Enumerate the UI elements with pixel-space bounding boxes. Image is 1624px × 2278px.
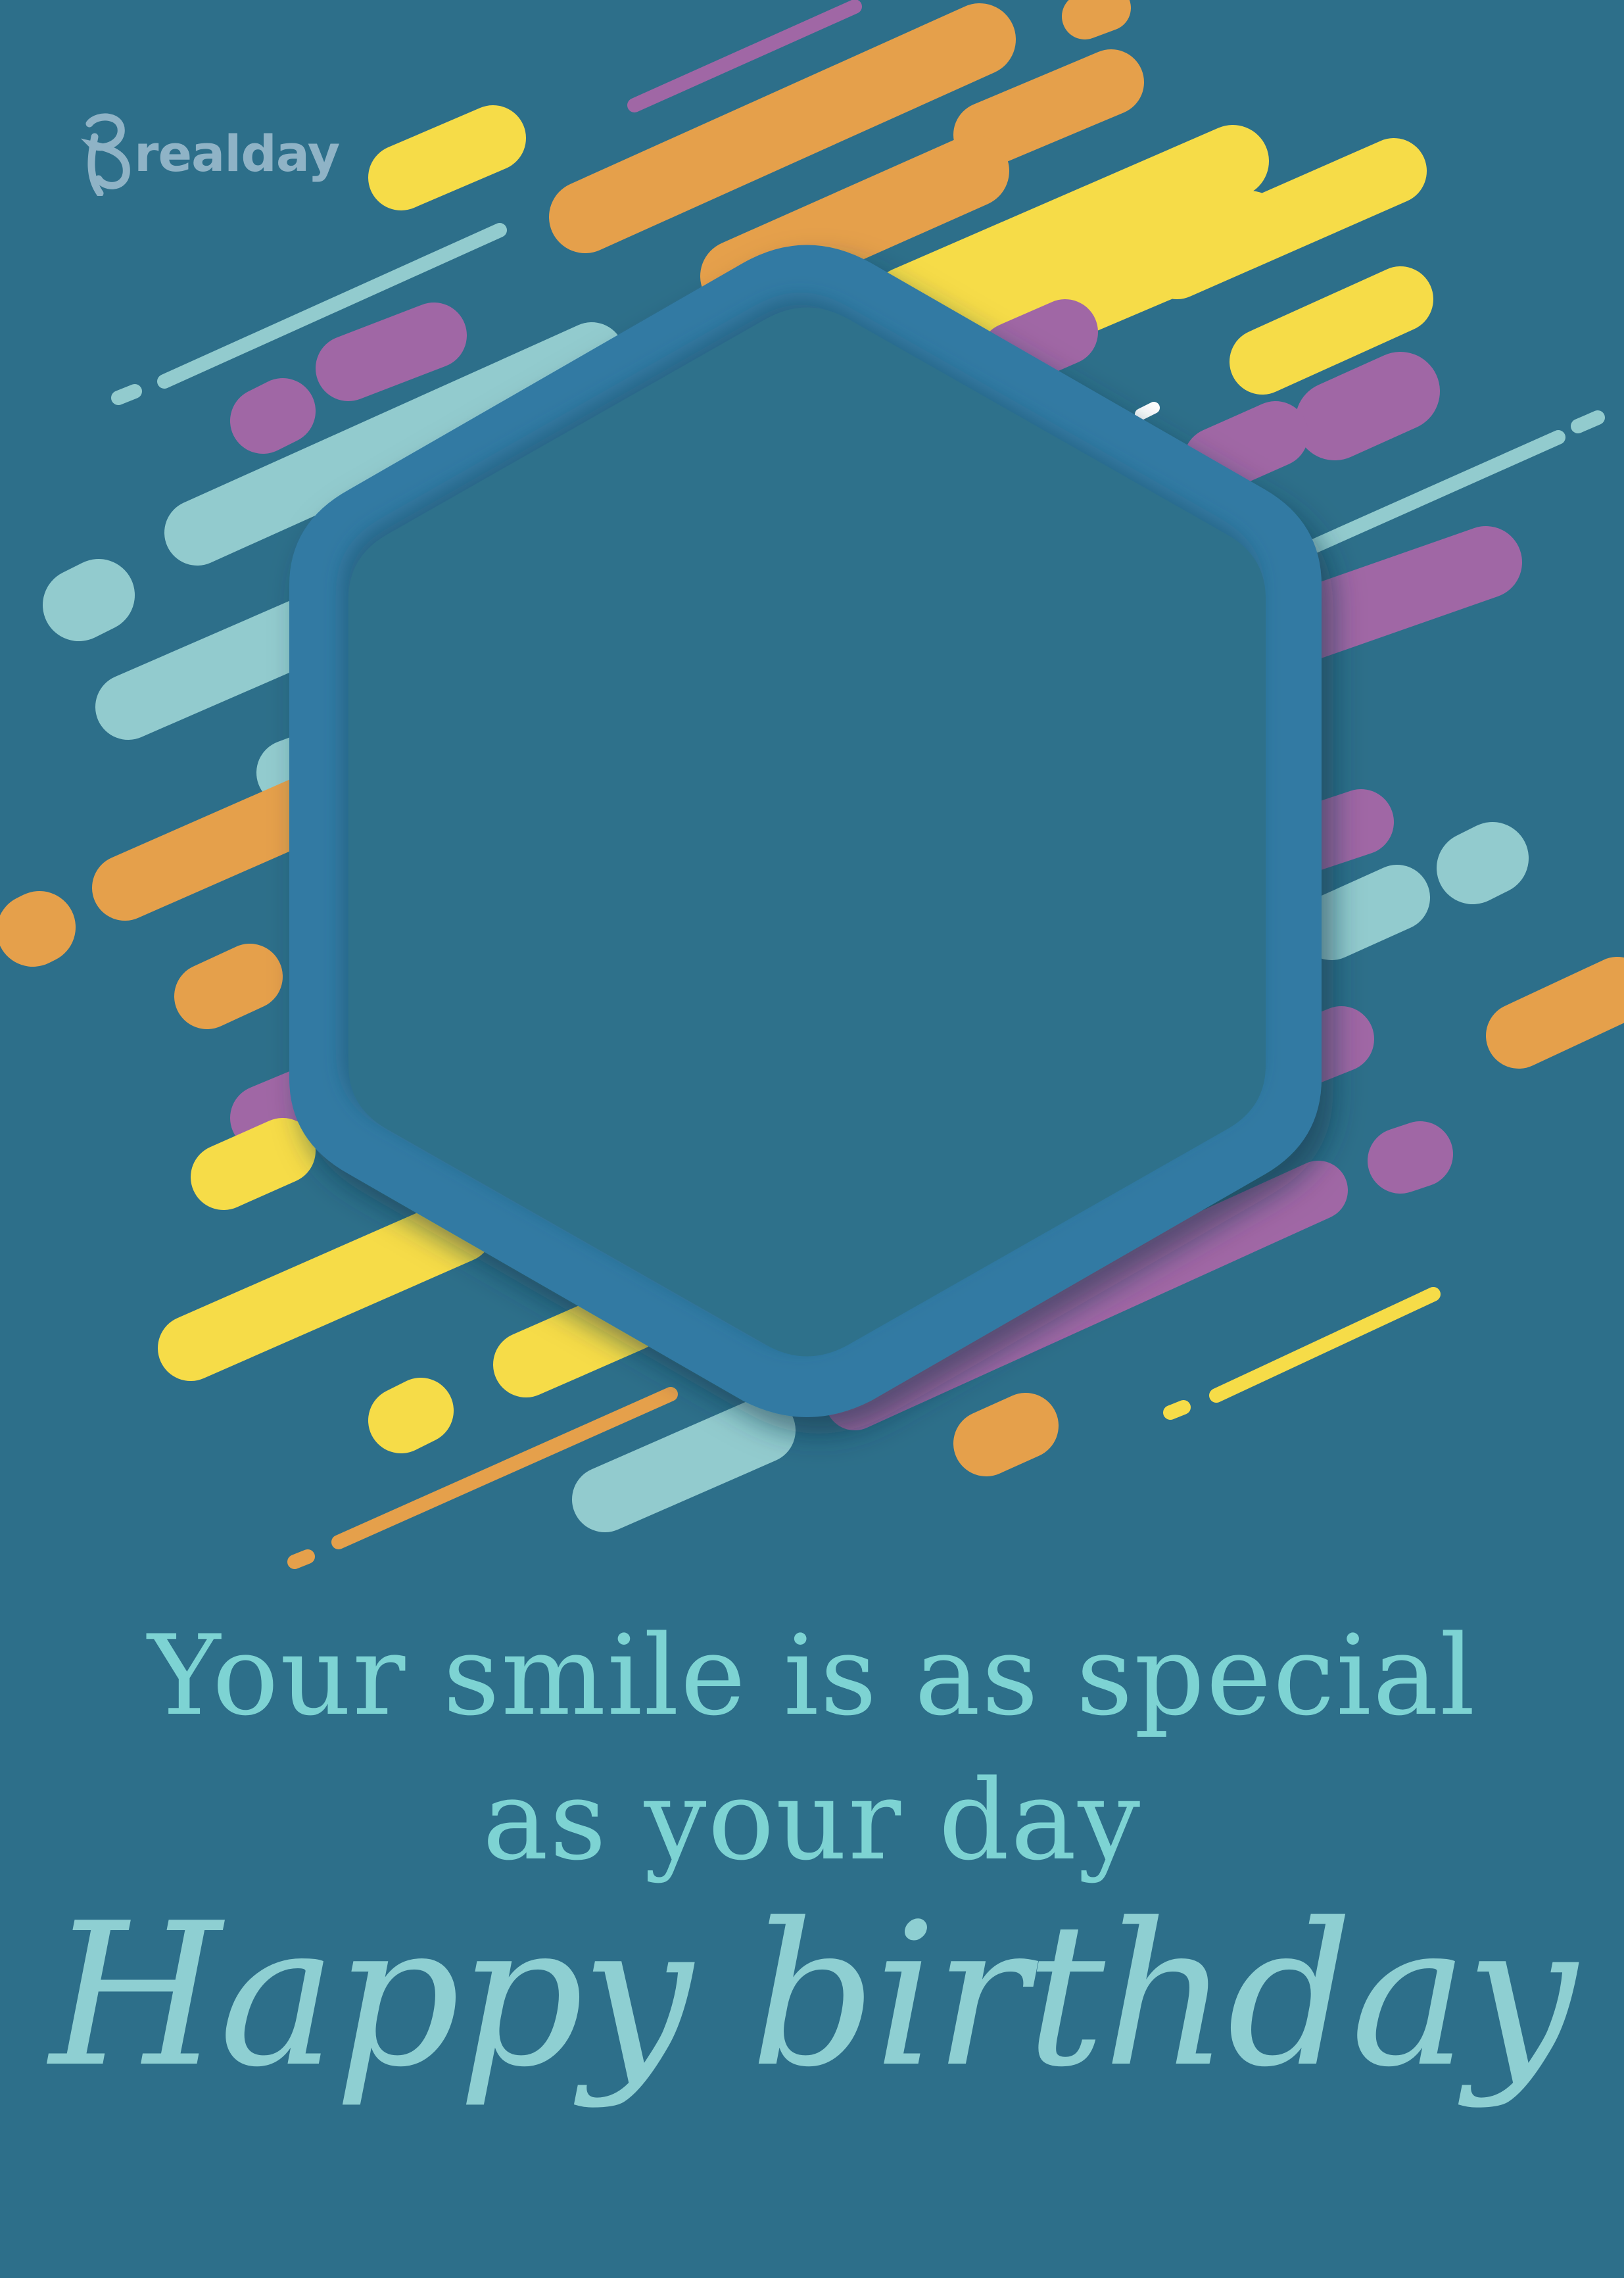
streak-purple bbox=[1183, 401, 1308, 493]
streak-aqua bbox=[572, 1397, 796, 1532]
streak-yellow bbox=[191, 1118, 316, 1210]
greeting-title: Happy birthday bbox=[49, 1881, 1577, 2110]
streak-orange bbox=[1486, 957, 1624, 1069]
streak-orange bbox=[953, 49, 1144, 168]
streak-white bbox=[1135, 402, 1160, 420]
streak-aqua bbox=[111, 384, 142, 405]
brand-name: realday bbox=[134, 124, 340, 183]
streak-yellow bbox=[1163, 1400, 1191, 1420]
streak-aqua bbox=[1299, 865, 1430, 960]
streak-purple bbox=[230, 378, 316, 454]
streak-orange bbox=[174, 944, 283, 1029]
streak-purple bbox=[1295, 352, 1440, 460]
streak-yellow bbox=[158, 1197, 493, 1381]
streak-orange bbox=[287, 1549, 315, 1569]
streak-yellow bbox=[368, 105, 526, 210]
birthday-card: realday Your smile is as special as your… bbox=[0, 0, 1624, 2278]
streak-aqua bbox=[43, 559, 135, 641]
brand-logo: realday bbox=[78, 110, 340, 196]
streak-purple bbox=[316, 303, 467, 401]
streak-purple bbox=[1368, 1121, 1453, 1194]
streak-yellow bbox=[1209, 1287, 1441, 1403]
realday-r-logo-icon bbox=[80, 113, 130, 196]
streak-aqua bbox=[1437, 822, 1529, 904]
streak-orange bbox=[953, 1393, 1059, 1476]
streak-orange bbox=[0, 891, 76, 967]
streak-yellow bbox=[1230, 266, 1433, 395]
streak-yellow bbox=[368, 1378, 454, 1453]
streak-orange bbox=[1062, 0, 1131, 39]
message-line-2: as your day bbox=[482, 1756, 1142, 1885]
message-line-1: Your smile is as special bbox=[147, 1611, 1477, 1740]
streak-aqua bbox=[1571, 410, 1605, 433]
